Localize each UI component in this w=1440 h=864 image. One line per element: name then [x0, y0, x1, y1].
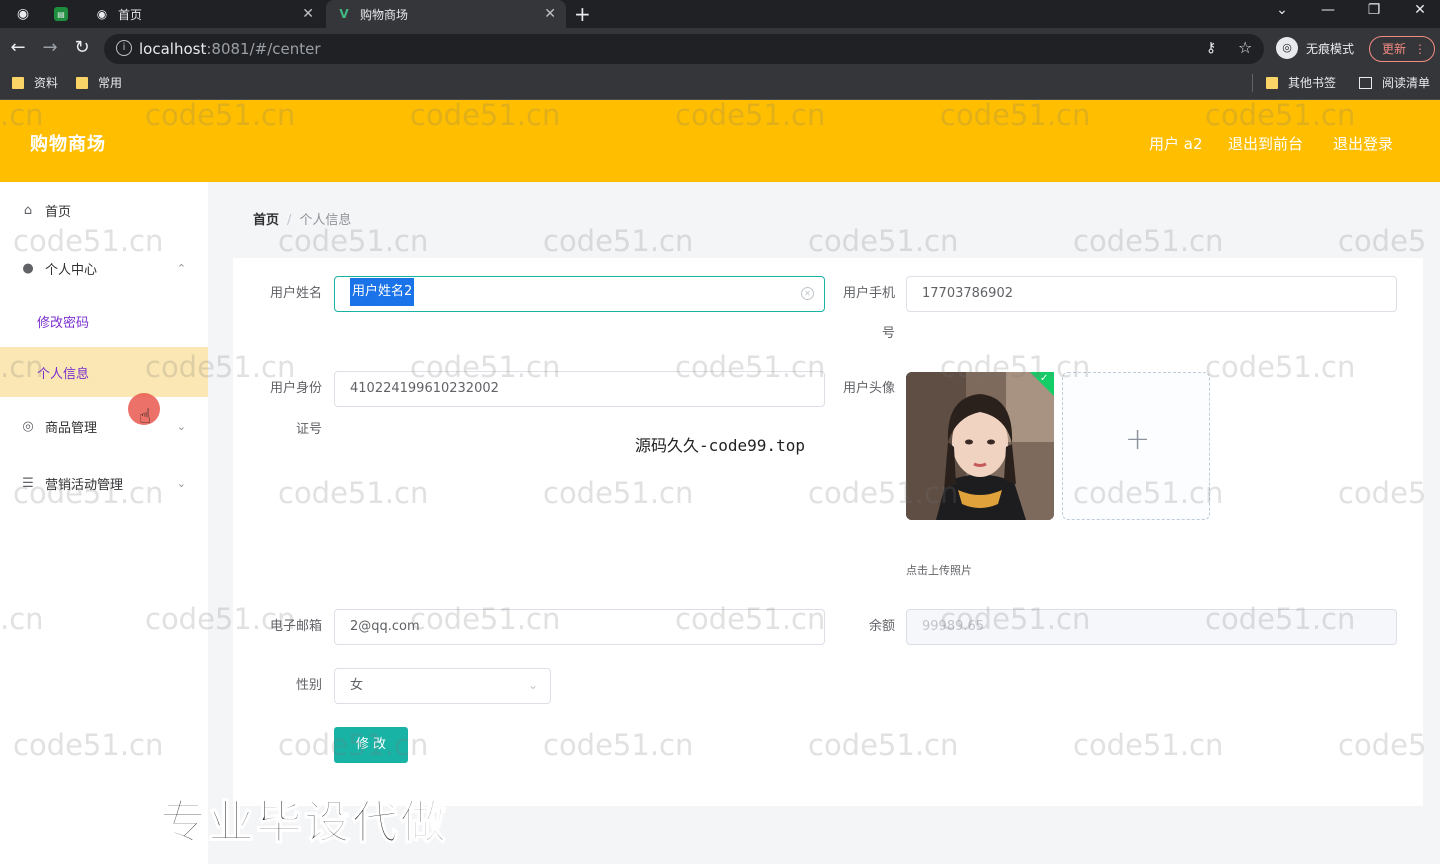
upload-tip: 点击上传照片: [906, 564, 972, 577]
update-button[interactable]: 更新 ⋮: [1369, 36, 1435, 62]
minimize-icon[interactable]: —: [1316, 2, 1340, 18]
incognito-indicator[interactable]: ◎ 无痕模式: [1276, 37, 1354, 59]
bookmark-folder[interactable]: 资料: [12, 74, 58, 91]
pinned-tab-icon[interactable]: ▤: [54, 7, 68, 21]
forward-icon[interactable]: →: [38, 36, 62, 60]
sidebar-item-change-password[interactable]: 修改密码: [0, 296, 208, 346]
vue-icon: V: [339, 7, 349, 21]
idcard-label: 用户身份: [269, 381, 322, 396]
gender-label: 性别: [295, 678, 322, 693]
breadcrumb: 首页 / 个人信息: [253, 213, 352, 228]
bookmarks-divider: [1252, 74, 1253, 92]
bookmark-folder[interactable]: 常用: [76, 74, 122, 91]
bottom-watermark: 专业毕设代做: [159, 794, 448, 850]
sidebar-item-marketing[interactable]: ☰ 营销活动管理 ⌄: [0, 463, 208, 503]
incognito-icon: ◎: [1276, 37, 1298, 59]
email-label: 电子邮箱: [269, 619, 322, 634]
breadcrumb-current: 个人信息: [299, 213, 352, 228]
center-watermark: 源码久久-code99.top: [635, 436, 805, 455]
avatar-photo: [906, 372, 1054, 520]
balance-input: 99989.65: [906, 609, 1397, 645]
balance-label: 余额: [868, 619, 895, 634]
phone-label-cont: 号: [881, 326, 895, 341]
user-icon: ●: [22, 260, 34, 276]
folder-icon: [12, 76, 24, 89]
exit-to-front-link[interactable]: 退出到前台: [1228, 133, 1303, 154]
reading-list[interactable]: 阅读清单: [1359, 74, 1430, 91]
phone-input[interactable]: 17703786902: [906, 276, 1397, 312]
sidebar-item-goods[interactable]: ◎ 商品管理 ⌄: [0, 406, 208, 446]
goods-icon: ◎: [22, 418, 34, 434]
browser-app-icon[interactable]: ◉: [14, 5, 32, 23]
new-tab-icon[interactable]: +: [574, 2, 591, 26]
email-input[interactable]: 2@qq.com: [334, 609, 825, 645]
name-label: 用户姓名: [269, 286, 322, 301]
clear-icon[interactable]: ✕: [801, 287, 814, 300]
home-icon: ⌂: [23, 202, 33, 218]
close-icon[interactable]: ✕: [302, 6, 314, 22]
chevron-up-icon: ⌃: [176, 261, 186, 275]
phone-label: 用户手机: [842, 286, 895, 301]
sidebar-item-home[interactable]: ⌂ 首页: [0, 190, 208, 230]
bookmarks-bar: [0, 68, 1440, 100]
breadcrumb-home[interactable]: 首页: [253, 213, 279, 228]
chevron-down-icon: ⌄: [176, 476, 186, 490]
globe-icon: ◉: [96, 7, 108, 21]
back-icon[interactable]: ←: [6, 36, 30, 60]
url-text[interactable]: localhost:8081/#/center: [139, 40, 321, 58]
app-title: 购物商场: [30, 134, 106, 155]
name-input-value[interactable]: 用户姓名2: [350, 278, 415, 306]
reading-list-icon: [1359, 76, 1372, 89]
more-icon: ⋮: [1414, 42, 1426, 56]
hand-cursor-icon: ☝: [139, 404, 152, 428]
gender-select[interactable]: 女: [334, 668, 551, 704]
idcard-label-cont: 证号: [295, 422, 322, 437]
sidebar-item-personal-center[interactable]: ● 个人中心 ⌃: [0, 248, 208, 288]
tab-search-icon[interactable]: ⌄: [1270, 2, 1294, 18]
tab-home[interactable]: ◉ 首页 ✕: [84, 0, 324, 28]
sidebar-item-personal-info[interactable]: 个人信息: [0, 347, 208, 397]
tab-shop[interactable]: V 购物商场 ✕: [326, 0, 566, 28]
key-icon[interactable]: ⚷: [1206, 40, 1216, 56]
window-close-icon[interactable]: ✕: [1408, 2, 1432, 18]
header-user-name[interactable]: 用户 a2: [1149, 133, 1203, 154]
info-icon[interactable]: i: [116, 40, 132, 56]
idcard-input[interactable]: 410224199610232002: [334, 371, 825, 407]
bookmark-folder[interactable]: 其他书签: [1266, 74, 1336, 91]
app-header: [0, 100, 1440, 182]
logout-link[interactable]: 退出登录: [1333, 133, 1393, 154]
chevron-down-icon: ⌄: [528, 678, 539, 692]
folder-icon: [76, 76, 88, 89]
menu-icon: ☰: [22, 475, 34, 491]
restore-icon[interactable]: ❐: [1362, 2, 1386, 18]
check-icon: ✓: [1040, 373, 1049, 384]
avatar-image[interactable]: [906, 372, 1054, 520]
submit-button[interactable]: 修 改: [334, 727, 408, 763]
close-icon[interactable]: ✕: [544, 6, 556, 22]
avatar-label: 用户头像: [842, 381, 895, 396]
star-icon[interactable]: ☆: [1238, 38, 1252, 57]
plus-icon: +: [1125, 422, 1151, 457]
reload-icon[interactable]: ↻: [70, 36, 94, 60]
folder-icon: [1266, 76, 1278, 89]
chevron-down-icon: ⌄: [176, 419, 186, 433]
